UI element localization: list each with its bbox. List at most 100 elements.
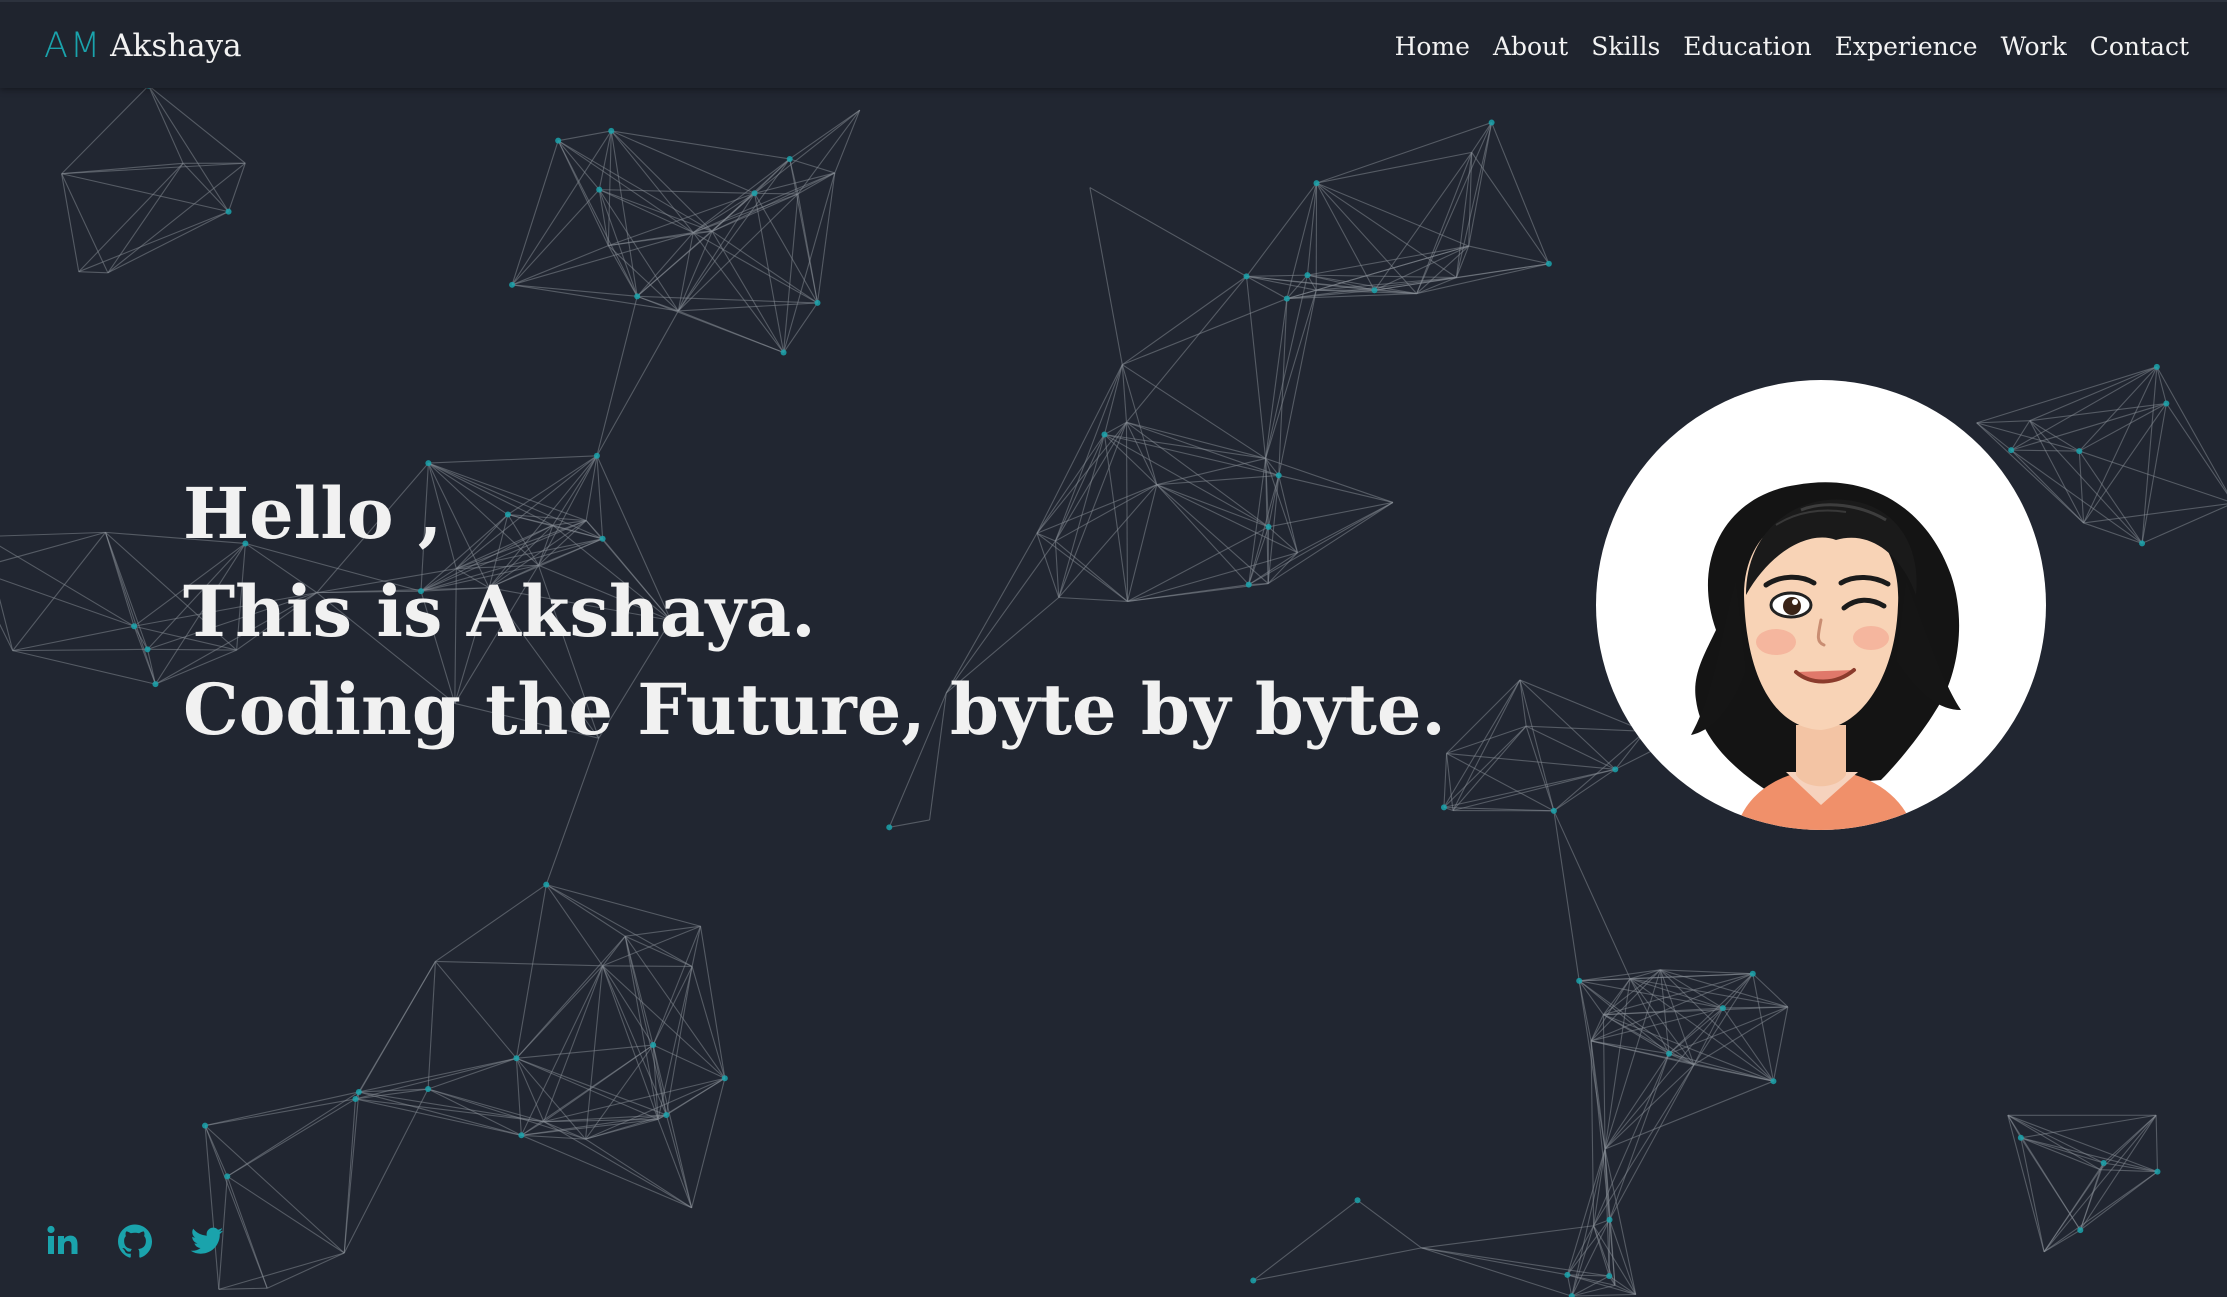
particle-link xyxy=(711,230,818,304)
particle-link xyxy=(78,162,184,273)
particle-link xyxy=(148,85,184,164)
particle-link xyxy=(789,158,835,174)
twitter-link[interactable] xyxy=(188,1222,226,1260)
nav-item-home[interactable]: Home xyxy=(1395,32,1470,61)
github-link[interactable] xyxy=(116,1222,154,1260)
particle-link xyxy=(78,211,229,273)
particle-node xyxy=(1313,180,1320,187)
particle-link xyxy=(148,85,229,212)
particle-link xyxy=(511,284,679,312)
particle-link xyxy=(516,1044,654,1059)
particle-link xyxy=(1553,810,1631,979)
particle-node xyxy=(152,681,159,688)
particle-link xyxy=(1421,1225,1594,1249)
particle-link xyxy=(2165,403,2227,495)
particle-link xyxy=(182,162,229,212)
particle-link xyxy=(427,1057,517,1090)
particle-link xyxy=(226,1175,345,1254)
particle-link xyxy=(226,1091,360,1177)
particle-link xyxy=(1519,679,1555,811)
particle-node xyxy=(1283,295,1290,302)
particle-link xyxy=(1603,1014,1695,1066)
particle-link xyxy=(204,1091,359,1127)
particle-link xyxy=(1590,1040,1611,1220)
particle-link xyxy=(1468,245,1549,265)
particle-node xyxy=(2163,400,2170,407)
particle-link xyxy=(557,140,694,234)
particle-link xyxy=(516,1057,667,1116)
particle-link xyxy=(2011,449,2080,452)
particle-link xyxy=(637,295,679,312)
nav-item-skills[interactable]: Skills xyxy=(1591,32,1660,61)
particle-link xyxy=(520,965,604,1136)
particle-link xyxy=(1421,1247,1610,1277)
particle-link xyxy=(611,130,790,160)
particle-link xyxy=(1660,969,1753,975)
linkedin-link[interactable] xyxy=(44,1222,82,1260)
brand-home-link[interactable]: AM Akshaya xyxy=(44,22,242,70)
linkedin-icon xyxy=(47,1225,78,1254)
particle-link xyxy=(0,598,14,651)
particle-link xyxy=(12,625,135,652)
particle-link xyxy=(343,1098,357,1254)
particle-link xyxy=(1553,810,1580,981)
particle-link xyxy=(1553,768,1616,812)
nav-item-about[interactable]: About xyxy=(1493,32,1568,61)
particle-link xyxy=(636,192,755,297)
particle-link xyxy=(2083,503,2227,524)
particle-link xyxy=(657,1119,693,1208)
particle-link xyxy=(1253,1247,1422,1282)
particle-link xyxy=(2011,402,2167,451)
particle-link xyxy=(435,961,517,1059)
particle-link xyxy=(1089,187,1123,365)
particle-link xyxy=(691,966,726,1079)
hero-greeting: Hello , This is Akshaya. Coding the Futu… xyxy=(183,465,1446,759)
particle-node xyxy=(1243,273,1250,280)
particle-link xyxy=(2010,366,2158,451)
particle-node xyxy=(352,1095,359,1102)
hero-line-hello: Hello , xyxy=(183,472,443,555)
particle-link xyxy=(1316,182,1457,278)
particle-link xyxy=(691,926,702,967)
particle-link xyxy=(816,172,836,303)
particle-link xyxy=(545,737,600,885)
particle-link xyxy=(2156,366,2167,404)
particle-link xyxy=(1089,187,1247,277)
particle-link xyxy=(2155,1115,2159,1172)
particle-link xyxy=(1122,364,1266,459)
particle-link xyxy=(2156,366,2227,493)
particle-link xyxy=(0,531,106,563)
particle-node xyxy=(2100,1160,2107,1166)
nav-item-experience[interactable]: Experience xyxy=(1835,32,1978,61)
particle-link xyxy=(598,189,638,297)
particle-node xyxy=(1568,1293,1575,1297)
particle-link xyxy=(355,1098,544,1123)
particle-node xyxy=(425,1086,432,1093)
brand-name: Akshaya xyxy=(110,28,242,64)
particle-link xyxy=(148,85,246,164)
nav-item-education[interactable]: Education xyxy=(1683,32,1811,61)
particle-link xyxy=(78,271,108,274)
particle-link xyxy=(585,1077,726,1140)
particle-link xyxy=(218,1252,345,1290)
particle-link xyxy=(511,140,559,285)
particle-link xyxy=(61,173,229,213)
particle-link xyxy=(1443,753,1448,808)
particle-link xyxy=(596,310,679,457)
github-icon xyxy=(118,1224,152,1258)
particle-link xyxy=(2020,1137,2101,1171)
particle-link xyxy=(2020,1137,2158,1173)
particle-node xyxy=(1545,260,1552,267)
nav-item-work[interactable]: Work xyxy=(2001,32,2067,61)
particle-link xyxy=(515,884,547,1059)
particle-link xyxy=(521,1134,692,1209)
nav-item-contact[interactable]: Contact xyxy=(2090,32,2189,61)
particle-link xyxy=(2007,1115,2045,1252)
particle-link xyxy=(624,936,659,1120)
particle-node xyxy=(886,824,893,831)
particle-link xyxy=(2007,1114,2158,1173)
particle-link xyxy=(636,232,694,297)
particle-link xyxy=(358,1057,517,1093)
particle-node xyxy=(2153,363,2160,370)
particle-link xyxy=(1630,973,1753,980)
